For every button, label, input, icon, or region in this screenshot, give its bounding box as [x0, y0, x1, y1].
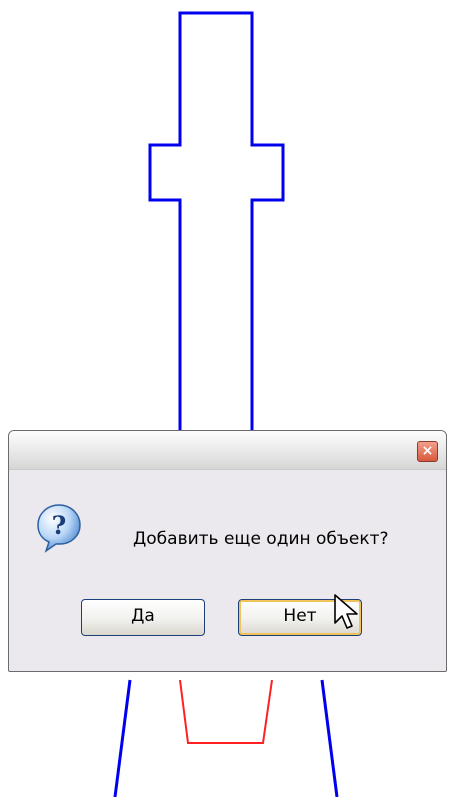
- blue-shaft-outline: [148, 11, 285, 432]
- dialog-message: Добавить еще один объект?: [133, 529, 389, 549]
- blue-base-right-edge: [320, 679, 339, 797]
- confirm-dialog: × ? Добавить еще один объект? Да Нет: [8, 430, 447, 672]
- close-icon: ×: [421, 443, 434, 459]
- question-icon: ?: [37, 504, 81, 553]
- svg-text:?: ?: [52, 511, 67, 540]
- blue-base-left-edge: [113, 679, 132, 797]
- dialog-titlebar[interactable]: ×: [9, 431, 446, 470]
- mouse-pointer-icon: [334, 594, 358, 629]
- red-inner-profile: [179, 679, 273, 744]
- cad-drawing-canvas: [113, 11, 339, 797]
- yes-button[interactable]: Да: [81, 599, 205, 636]
- close-button[interactable]: ×: [417, 441, 438, 462]
